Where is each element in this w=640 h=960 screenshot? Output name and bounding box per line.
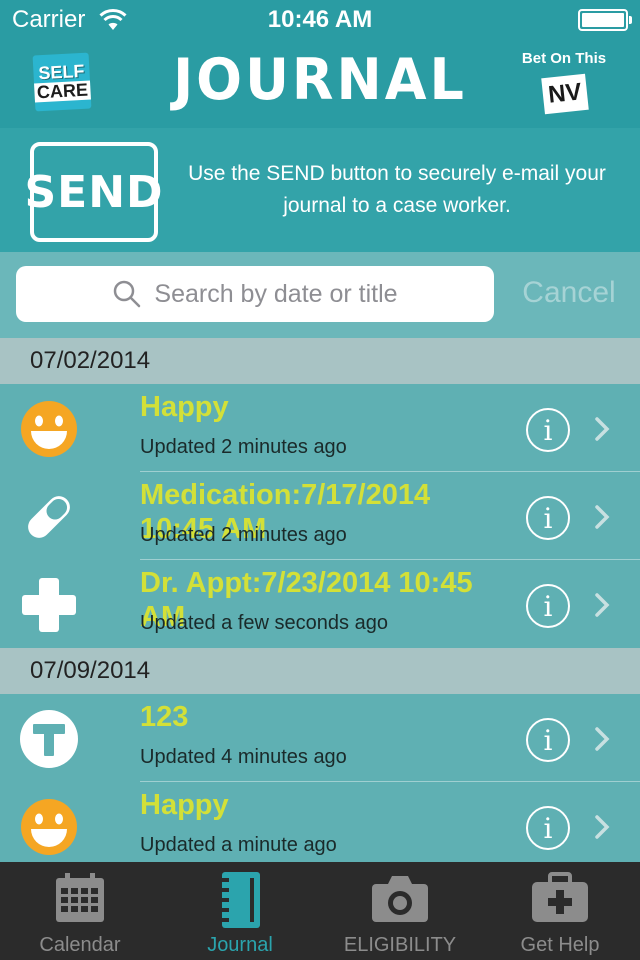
search-icon <box>114 280 141 308</box>
entry-title: Happy <box>140 789 229 821</box>
send-banner: SEND Use the SEND button to securely e-m… <box>0 128 640 252</box>
camera-icon <box>372 876 428 922</box>
tab-label: Get Help <box>520 934 600 956</box>
chevron-right-icon <box>595 593 610 617</box>
medical-cross-icon <box>22 578 76 632</box>
chevron-right-icon <box>595 727 610 751</box>
status-bar: Carrier 10:46 AM <box>0 0 640 40</box>
battery-icon <box>578 9 632 31</box>
nv-logo[interactable]: NV <box>541 73 589 115</box>
first-aid-kit-icon <box>532 872 588 922</box>
section-header-date: 07/09/2014 <box>0 648 640 694</box>
chevron-right-icon <box>595 417 610 441</box>
journal-entry-row[interactable]: Happy Updated a minute ago i <box>0 782 640 870</box>
info-icon[interactable]: i <box>526 718 570 762</box>
tab-eligibility[interactable]: ELIGIBILITY <box>320 862 480 960</box>
cancel-button[interactable]: Cancel <box>504 276 634 310</box>
calendar-icon <box>56 873 104 922</box>
tab-journal[interactable]: Journal <box>160 862 320 960</box>
smiley-icon <box>21 401 77 457</box>
tab-bar: Calendar Journal ELIGIBILITY Get Help <box>0 862 640 960</box>
tab-label: Journal <box>207 934 273 956</box>
smiley-icon <box>21 799 77 855</box>
pill-icon <box>28 496 70 538</box>
info-icon[interactable]: i <box>526 408 570 452</box>
search-bar: Search by date or title Cancel <box>0 252 640 338</box>
section-header-date: 07/02/2014 <box>0 338 640 384</box>
info-icon[interactable]: i <box>526 806 570 850</box>
search-input[interactable]: Search by date or title <box>16 266 494 322</box>
tab-get-help[interactable]: Get Help <box>480 862 640 960</box>
journal-entry-row[interactable]: Happy Updated 2 minutes ago i <box>0 384 640 472</box>
chevron-right-icon <box>595 815 610 839</box>
status-time: 10:46 AM <box>267 6 373 33</box>
entry-title: 123 <box>140 701 189 733</box>
tab-calendar[interactable]: Calendar <box>0 862 160 960</box>
entry-updated: Updated 2 minutes ago <box>140 436 347 458</box>
entry-updated: Updated a minute ago <box>140 834 337 856</box>
journal-entry-row[interactable]: Dr. Appt:7/23/2014 10:45 AM Updated a fe… <box>0 560 640 648</box>
tab-label: ELIGIBILITY <box>343 934 457 956</box>
notebook-icon <box>219 872 260 928</box>
chevron-right-icon <box>595 505 610 529</box>
text-t-icon <box>20 710 78 768</box>
info-icon[interactable]: i <box>526 584 570 628</box>
entry-updated: Updated 4 minutes ago <box>140 746 347 768</box>
send-button[interactable]: SEND <box>24 142 163 242</box>
search-placeholder: Search by date or title <box>154 279 398 308</box>
entry-title: Happy <box>140 391 229 423</box>
app-header: SELF CARE JOURNAL Bet On This NV <box>0 40 640 128</box>
info-icon[interactable]: i <box>526 496 570 540</box>
tab-label: Calendar <box>39 934 121 956</box>
send-description: Use the SEND button to securely e-mail y… <box>188 162 606 217</box>
entry-updated: Updated 2 minutes ago <box>140 524 347 546</box>
partner-label: Bet On This <box>521 50 607 67</box>
journal-entry-row[interactable]: Medication:7/17/2014 10:45 AM Updated 2 … <box>0 472 640 560</box>
journal-entry-row[interactable]: 123 Updated 4 minutes ago i <box>0 694 640 782</box>
entry-updated: Updated a few seconds ago <box>140 612 388 634</box>
